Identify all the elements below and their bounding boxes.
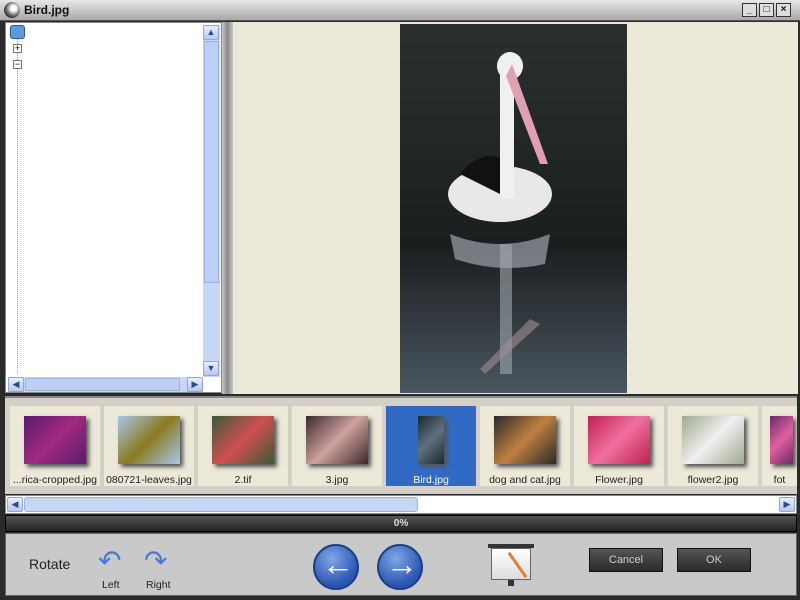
rotate-right-icon: ↷ [144,545,168,576]
thumbnail-image [770,416,793,464]
title-bar: Bird.jpg _ □ × [0,0,800,21]
folder-tree[interactable]: + − ▲ ▼ ◀ ▶ [5,22,222,393]
tree-vertical-scrollbar[interactable]: ▲ ▼ [203,25,220,377]
thumbnail-item[interactable]: 2.tif [198,406,288,486]
scroll-thumb[interactable] [25,378,180,391]
close-button[interactable]: × [776,3,791,17]
next-button[interactable]: → [377,544,423,590]
thumbnail-image [682,416,744,464]
rotate-left-label: Left [102,579,120,591]
thumbnail-item[interactable]: ...rica-cropped.jpg [10,406,100,486]
thumbnail-image [494,416,556,464]
thumbnail-label: ...rica-cropped.jpg [12,474,98,486]
thumbnail-label: 3.jpg [325,474,349,486]
thumbnail-item[interactable]: flower2.jpg [668,406,758,486]
pelican-photo [400,24,627,393]
thumbnail-image [418,416,444,464]
scroll-right-button[interactable]: ▶ [187,377,203,392]
thumbnail-label: flower2.jpg [687,474,739,486]
tree-horizontal-scrollbar[interactable]: ◀ ▶ [8,377,203,392]
arrow-left-icon: ← [322,546,354,582]
scroll-thumb[interactable] [204,41,219,283]
window-title: Bird.jpg [24,3,70,17]
thumbnail-scrollbar[interactable]: ◀ ▶ [5,495,797,514]
thumbnail-item[interactable]: 080721-leaves.jpg [104,406,194,486]
scroll-thumb[interactable] [24,497,418,512]
thumbnail-image [588,416,650,464]
ok-button[interactable]: OK [677,548,751,572]
tree-line [17,39,18,374]
thumbnail-item[interactable]: dog and cat.jpg [480,406,570,486]
thumbnail-image [118,416,180,464]
thumbnail-label: 2.tif [234,474,252,486]
rotate-left-icon: ↶ [98,545,122,576]
cancel-button[interactable]: Cancel [589,548,663,572]
scroll-down-button[interactable]: ▼ [203,361,219,376]
slideshow-button[interactable] [486,544,536,588]
scroll-left-button[interactable]: ◀ [8,377,24,392]
collapse-node-icon[interactable]: − [13,60,22,69]
refresh-folder-icon[interactable] [10,25,25,39]
minimize-button[interactable]: _ [742,3,757,17]
thumbnail-label: Bird.jpg [413,474,449,486]
thumbnail-image [306,416,368,464]
scroll-left-button[interactable]: ◀ [7,497,23,512]
thumbnail-label: fot [773,474,786,486]
rotate-right-label: Right [146,579,171,591]
thumbnail-item[interactable]: 3.jpg [292,406,382,486]
thumbnail-label: Flower.jpg [595,474,643,486]
scroll-up-button[interactable]: ▲ [203,25,219,40]
rotate-right-button[interactable]: ↷ Right [142,546,178,594]
progress-bar: 0% [5,515,797,532]
thumbnail-label: 080721-leaves.jpg [106,474,192,486]
bottom-toolbar: Rotate ↶ Left ↷ Right ← → Cancel OK [5,533,797,596]
thumbnail-image [212,416,274,464]
splitter[interactable] [222,22,233,394]
thumbnail-item[interactable]: Flower.jpg [574,406,664,486]
expand-node-icon[interactable]: + [13,44,22,53]
thumbnail-image [24,416,86,464]
scroll-right-button[interactable]: ▶ [779,497,795,512]
thumbnail-item[interactable]: fot [762,406,797,486]
arrow-right-icon: → [386,546,418,582]
thumbnail-item[interactable]: Bird.jpg [386,406,476,486]
app-icon[interactable] [4,2,20,18]
thumbnail-label: dog and cat.jpg [489,474,561,486]
maximize-button[interactable]: □ [759,3,774,17]
rotate-label: Rotate [29,556,71,572]
previous-button[interactable]: ← [313,544,359,590]
rotate-left-button[interactable]: ↶ Left [96,546,130,594]
